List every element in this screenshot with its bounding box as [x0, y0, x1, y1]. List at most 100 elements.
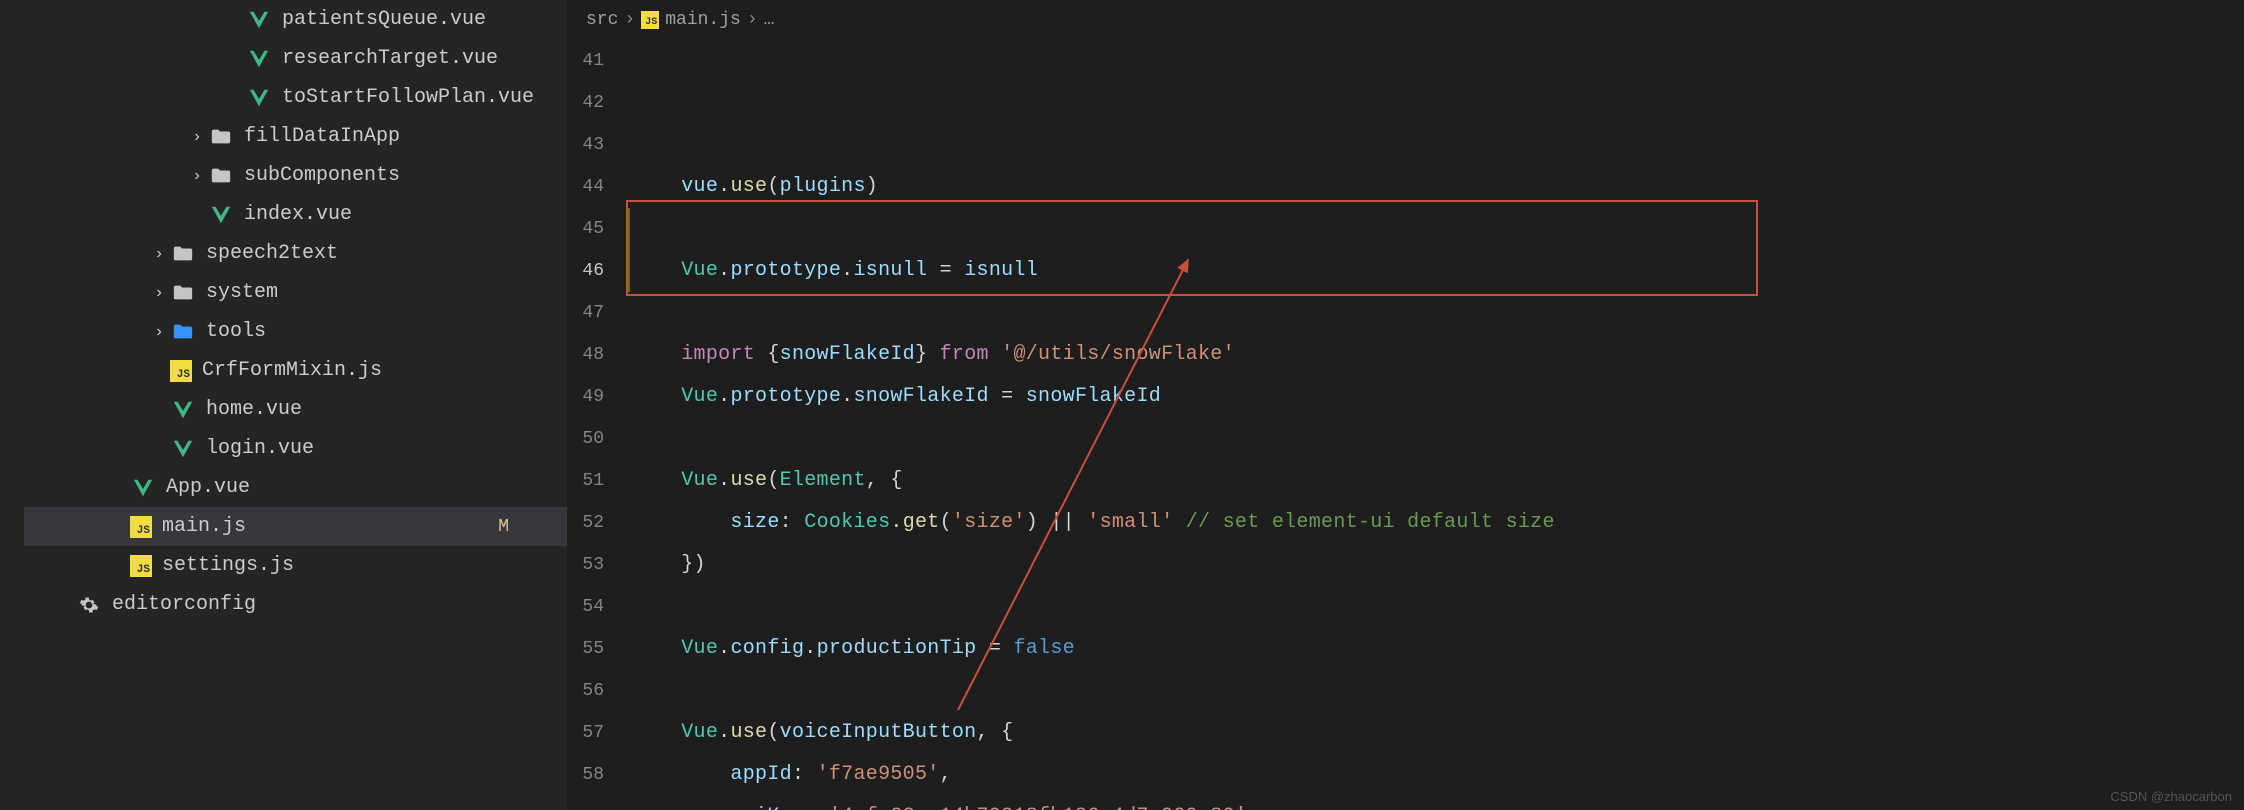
git-status-badge: M: [498, 517, 509, 537]
chevron-right-icon[interactable]: ›: [148, 245, 170, 263]
code-line[interactable]: size: Cookies.get('size') || 'small' // …: [632, 502, 2244, 544]
code-line[interactable]: Vue.use(voiceInputButton, {: [632, 712, 2244, 754]
file-label: home.vue: [206, 398, 302, 421]
file-tree-item[interactable]: login.vue: [24, 429, 567, 468]
vue-icon: [130, 475, 156, 501]
line-number: 46: [568, 250, 604, 292]
file-label: fillDataInApp: [244, 125, 400, 148]
code-line[interactable]: Vue.use(Element, {: [632, 460, 2244, 502]
folder-icon: [170, 280, 196, 306]
file-tree-item[interactable]: home.vue: [24, 390, 567, 429]
folder-icon: [170, 319, 196, 345]
vue-icon: [246, 7, 272, 33]
breadcrumb-more[interactable]: …: [764, 10, 775, 30]
code-line[interactable]: Vue.prototype.isnull = isnull: [632, 250, 2244, 292]
file-label: subComponents: [244, 164, 400, 187]
line-number: 44: [568, 166, 604, 208]
line-number: 58: [568, 754, 604, 796]
file-label: main.js: [162, 515, 246, 538]
js-icon: JS: [170, 360, 192, 382]
code-area[interactable]: 414243444546474849505152535455565758 vue…: [568, 40, 2244, 810]
line-number: 50: [568, 418, 604, 460]
file-tree-item[interactable]: › tools: [24, 312, 567, 351]
gear-icon: [76, 592, 102, 618]
file-tree-item[interactable]: JS CrfFormMixin.js: [24, 351, 567, 390]
file-label: researchTarget.vue: [282, 47, 498, 70]
code-line[interactable]: [632, 586, 2244, 628]
file-label: patientsQueue.vue: [282, 8, 486, 31]
file-tree-item[interactable]: JS settings.js: [24, 546, 567, 585]
code-line[interactable]: import {snowFlakeId} from '@/utils/snowF…: [632, 334, 2244, 376]
file-label: settings.js: [162, 554, 294, 577]
file-label: speech2text: [206, 242, 338, 265]
breadcrumb-src[interactable]: src: [586, 10, 618, 30]
breadcrumb-sep: ›: [747, 10, 758, 30]
breadcrumb[interactable]: src › JS main.js › …: [568, 0, 2244, 40]
code-line[interactable]: vue.use(plugins): [632, 166, 2244, 208]
code-line[interactable]: appId: 'f7ae9505',: [632, 754, 2244, 796]
code-line[interactable]: [632, 292, 2244, 334]
file-tree-item[interactable]: toStartFollowPlan.vue: [24, 78, 567, 117]
file-tree-item[interactable]: › fillDataInApp: [24, 117, 567, 156]
code-line[interactable]: [632, 208, 2244, 250]
folder-icon: [208, 163, 234, 189]
file-label: tools: [206, 320, 266, 343]
file-tree-item[interactable]: index.vue: [24, 195, 567, 234]
file-label: editorconfig: [112, 593, 256, 616]
line-number: 56: [568, 670, 604, 712]
file-explorer-sidebar: patientsQueue.vue researchTarget.vue toSta…: [0, 0, 568, 810]
line-number: 49: [568, 376, 604, 418]
breadcrumb-file[interactable]: main.js: [665, 10, 741, 30]
file-tree-item[interactable]: researchTarget.vue: [24, 39, 567, 78]
chevron-right-icon[interactable]: ›: [186, 128, 208, 146]
file-label: App.vue: [166, 476, 250, 499]
file-tree-item[interactable]: patientsQueue.vue: [24, 0, 567, 39]
vue-icon: [246, 85, 272, 111]
line-number: 52: [568, 502, 604, 544]
code-line[interactable]: apiKey: '4afe23ca14b79218fb186c4d7e029c8…: [632, 796, 2244, 810]
file-tree-item[interactable]: › speech2text: [24, 234, 567, 273]
git-gutter-added: [626, 208, 630, 292]
line-number: 51: [568, 460, 604, 502]
file-tree-item[interactable]: › system: [24, 273, 567, 312]
file-label: toStartFollowPlan.vue: [282, 86, 534, 109]
file-tree-item[interactable]: JS main.js M: [24, 507, 567, 546]
line-number: 42: [568, 82, 604, 124]
code-line[interactable]: [632, 418, 2244, 460]
line-number: 54: [568, 586, 604, 628]
code-line[interactable]: Vue.config.productionTip = false: [632, 628, 2244, 670]
file-label: login.vue: [206, 437, 314, 460]
line-number: 53: [568, 544, 604, 586]
line-number: 41: [568, 40, 604, 82]
file-label: index.vue: [244, 203, 352, 226]
line-number-gutter: 414243444546474849505152535455565758: [568, 40, 632, 810]
file-tree-item[interactable]: editorconfig: [24, 585, 567, 624]
vue-icon: [170, 397, 196, 423]
line-number: 47: [568, 292, 604, 334]
line-number: 43: [568, 124, 604, 166]
breadcrumb-sep: ›: [624, 10, 635, 30]
chevron-right-icon[interactable]: ›: [186, 167, 208, 185]
editor-area: src › JS main.js › … 4142434445464748495…: [568, 0, 2244, 810]
chevron-right-icon[interactable]: ›: [148, 323, 170, 341]
line-number: 45: [568, 208, 604, 250]
line-number: 55: [568, 628, 604, 670]
vue-icon: [170, 436, 196, 462]
watermark: CSDN @zhaocarbon: [2110, 789, 2232, 804]
code-line[interactable]: }): [632, 544, 2244, 586]
js-icon: JS: [641, 11, 659, 29]
file-label: CrfFormMixin.js: [202, 359, 382, 382]
vue-icon: [208, 202, 234, 228]
file-tree-item[interactable]: › subComponents: [24, 156, 567, 195]
js-icon: JS: [130, 555, 152, 577]
js-icon: JS: [130, 516, 152, 538]
line-number: 48: [568, 334, 604, 376]
code-line[interactable]: Vue.prototype.snowFlakeId = snowFlakeId: [632, 376, 2244, 418]
file-tree: patientsQueue.vue researchTarget.vue toSta…: [0, 0, 567, 810]
chevron-right-icon[interactable]: ›: [148, 284, 170, 302]
code-lines[interactable]: vue.use(plugins) Vue.prototype.isnull = …: [632, 40, 2244, 810]
file-tree-item[interactable]: App.vue: [24, 468, 567, 507]
folder-icon: [208, 124, 234, 150]
code-line[interactable]: [632, 670, 2244, 712]
file-label: system: [206, 281, 278, 304]
